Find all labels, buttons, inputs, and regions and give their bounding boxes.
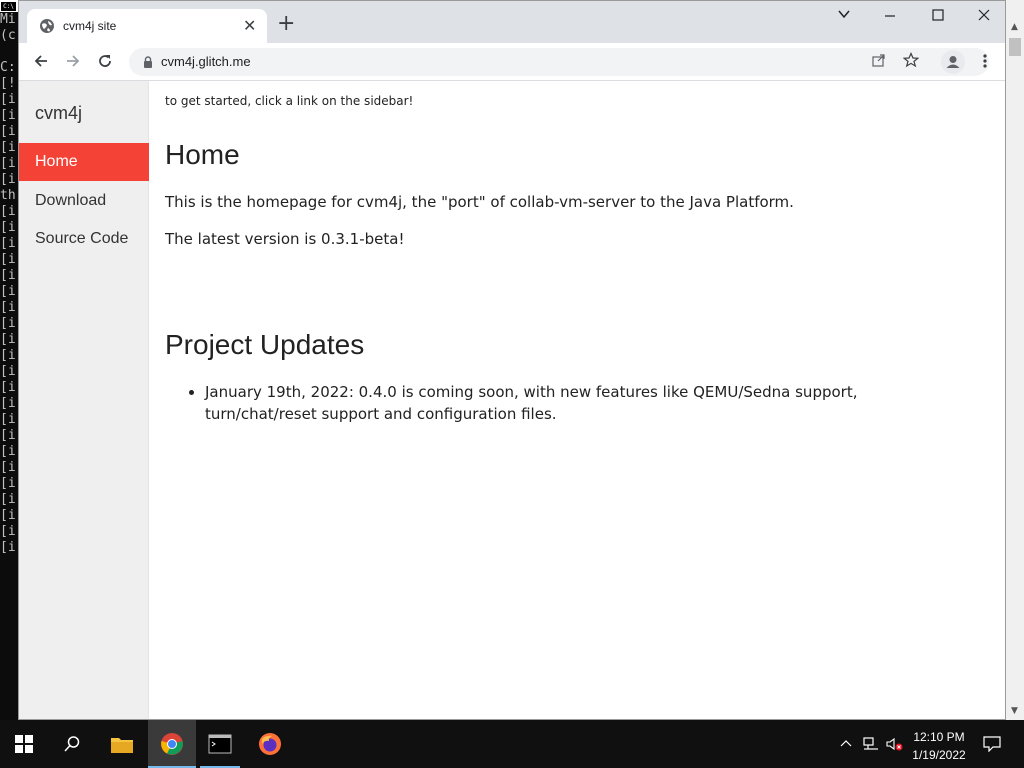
sidebar-item-home[interactable]: Home xyxy=(19,143,149,181)
reload-icon[interactable] xyxy=(95,52,115,72)
taskbar: 12:10 PM 1/19/2022 xyxy=(0,720,1024,768)
sidebar-item-download[interactable]: Download xyxy=(19,182,149,220)
volume-muted-icon[interactable] xyxy=(884,720,906,768)
lock-icon[interactable] xyxy=(141,55,155,69)
globe-icon xyxy=(40,19,54,33)
clock-time: 12:10 PM xyxy=(913,730,965,744)
clock-date: 1/19/2022 xyxy=(912,748,966,762)
intro-text: to get started, click a link on the side… xyxy=(165,94,414,108)
console-scrollbar[interactable]: ▲ ▼ xyxy=(1006,0,1024,720)
address-bar[interactable]: cvm4j.glitch.me xyxy=(129,48,989,76)
home-heading: Home xyxy=(165,139,240,170)
console-icon: C:\ xyxy=(0,0,18,12)
updates-heading: Project Updates xyxy=(165,329,365,360)
maximize-icon[interactable] xyxy=(931,5,945,29)
tab-title: cvm4j site xyxy=(63,19,117,33)
brand-title: cvm4j xyxy=(35,103,83,123)
network-icon[interactable] xyxy=(860,720,882,768)
profile-avatar-icon[interactable] xyxy=(941,50,965,74)
menu-kebab-icon[interactable] xyxy=(975,52,995,72)
notifications-icon[interactable] xyxy=(980,720,1004,768)
sidebar-item-source-code[interactable]: Source Code xyxy=(19,220,149,258)
tray-chevron-icon[interactable] xyxy=(836,720,856,768)
minimize-icon[interactable] xyxy=(883,5,897,29)
scroll-down-icon[interactable]: ▼ xyxy=(1011,706,1018,716)
terminal-icon[interactable] xyxy=(196,720,244,768)
chrome-taskbar-icon[interactable] xyxy=(148,720,196,768)
url-text[interactable]: cvm4j.glitch.me xyxy=(161,54,251,69)
console-output: Mi (c C: [! [i [i [i [i [i [i th [i [i [… xyxy=(0,12,16,555)
scroll-up-icon[interactable]: ▲ xyxy=(1011,22,1018,32)
page-viewport: cvm4j Home Download Source Code to get s… xyxy=(19,81,1005,719)
firefox-icon[interactable] xyxy=(246,720,294,768)
home-paragraph-2: The latest version is 0.3.1-beta! xyxy=(165,230,405,248)
start-windows-icon[interactable] xyxy=(0,720,48,768)
forward-icon[interactable] xyxy=(63,52,83,72)
close-window-icon[interactable] xyxy=(977,5,991,29)
search-icon[interactable] xyxy=(48,720,96,768)
tab-active[interactable]: cvm4j site ✕ xyxy=(27,9,267,43)
tab-strip: cvm4j site ✕ + xyxy=(19,1,1005,43)
file-explorer-icon[interactable] xyxy=(98,720,146,768)
system-clock[interactable]: 12:10 PM 1/19/2022 xyxy=(904,728,974,764)
browser-window: cvm4j site ✕ + cvm4j.glitch.me cvm4j Hom… xyxy=(18,0,1006,720)
sidebar: cvm4j Home Download Source Code xyxy=(19,81,149,719)
tab-search-icon[interactable] xyxy=(837,7,851,25)
home-paragraph-1: This is the homepage for cvm4j, the "por… xyxy=(165,193,794,211)
back-icon[interactable] xyxy=(31,52,51,72)
bookmark-star-icon[interactable] xyxy=(901,52,921,72)
share-icon[interactable] xyxy=(869,52,889,72)
list-item: January 19th, 2022: 0.4.0 is coming soon… xyxy=(205,381,887,425)
new-tab-icon[interactable]: + xyxy=(277,13,295,35)
tab-close-icon[interactable]: ✕ xyxy=(243,17,256,35)
updates-list: January 19th, 2022: 0.4.0 is coming soon… xyxy=(187,381,887,425)
toolbar: cvm4j.glitch.me xyxy=(19,43,1005,81)
scroll-thumb[interactable] xyxy=(1009,38,1021,56)
